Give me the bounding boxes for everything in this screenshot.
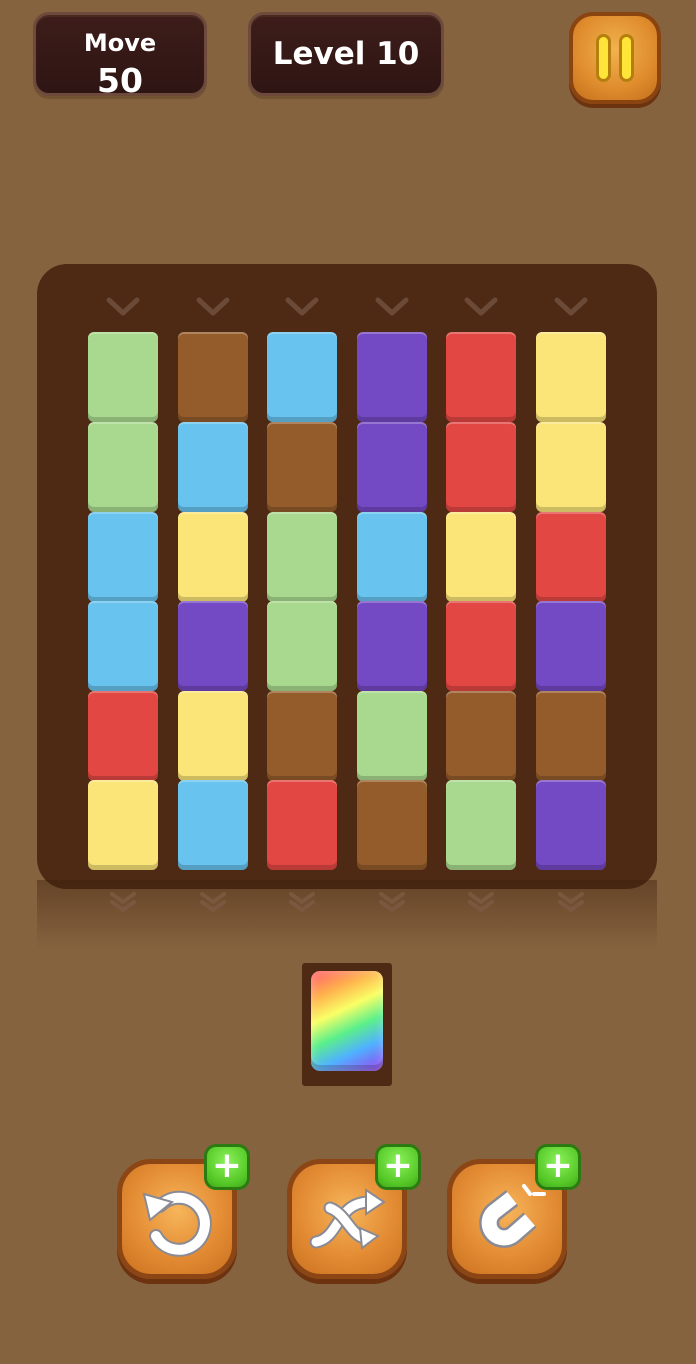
tile-yellow[interactable] [178, 691, 248, 781]
tile-green[interactable] [267, 512, 337, 602]
tile-red[interactable] [446, 422, 516, 512]
tile-red[interactable] [88, 691, 158, 781]
tile-blue[interactable] [88, 512, 158, 602]
double-chevron-down-icon [468, 892, 494, 912]
chevron-down-icon [196, 297, 230, 316]
undo-add-button[interactable]: + [204, 1144, 250, 1190]
shuffle-add-button[interactable]: + [375, 1144, 421, 1190]
tile-yellow[interactable] [446, 512, 516, 602]
pause-button[interactable] [569, 12, 661, 104]
tile-green[interactable] [88, 332, 158, 422]
next-tile-rainbow [311, 971, 383, 1071]
magnet-add-button[interactable]: + [535, 1144, 581, 1190]
tile-brown[interactable] [178, 332, 248, 422]
tile-brown[interactable] [267, 691, 337, 781]
chevron-down-icon [375, 297, 409, 316]
tile-brown[interactable] [536, 691, 606, 781]
tile-blue[interactable] [267, 332, 337, 422]
tile-green[interactable] [357, 691, 427, 781]
double-chevron-down-icon [558, 892, 584, 912]
tile-yellow[interactable] [536, 422, 606, 512]
tile-red[interactable] [267, 780, 337, 870]
tile-red[interactable] [536, 512, 606, 602]
tile-brown[interactable] [267, 422, 337, 512]
tile-purple[interactable] [178, 601, 248, 691]
move-label: Move [83, 29, 157, 57]
tile-purple[interactable] [536, 780, 606, 870]
move-value: 50 [97, 61, 143, 100]
move-counter-panel: Move 50 [33, 12, 207, 100]
tile-blue[interactable] [357, 512, 427, 602]
tile-green[interactable] [267, 601, 337, 691]
tile-blue[interactable] [88, 601, 158, 691]
tile-blue[interactable] [178, 422, 248, 512]
tile-brown[interactable] [446, 691, 516, 781]
tile-green[interactable] [88, 422, 158, 512]
tile-purple[interactable] [357, 332, 427, 422]
tile-red[interactable] [446, 601, 516, 691]
tile-yellow[interactable] [178, 512, 248, 602]
tile-yellow[interactable] [536, 332, 606, 422]
tile-yellow[interactable] [88, 780, 158, 870]
plus-icon: + [382, 1145, 414, 1186]
tile-blue[interactable] [178, 780, 248, 870]
double-chevron-down-icon [110, 892, 136, 912]
tile-purple[interactable] [536, 601, 606, 691]
level-label: Level 10 [248, 12, 444, 96]
double-chevron-down-icon [379, 892, 405, 912]
plus-icon: + [542, 1145, 574, 1186]
double-chevron-down-icon [289, 892, 315, 912]
chevron-down-icon [554, 297, 588, 316]
tile-red[interactable] [446, 332, 516, 422]
chevron-down-icon [285, 297, 319, 316]
tile-purple[interactable] [357, 601, 427, 691]
tile-brown[interactable] [357, 780, 427, 870]
tile-purple[interactable] [357, 422, 427, 512]
tile-green[interactable] [446, 780, 516, 870]
plus-icon: + [211, 1145, 243, 1186]
chevron-down-icon [464, 297, 498, 316]
chevron-down-icon [106, 297, 140, 316]
double-chevron-down-icon [200, 892, 226, 912]
